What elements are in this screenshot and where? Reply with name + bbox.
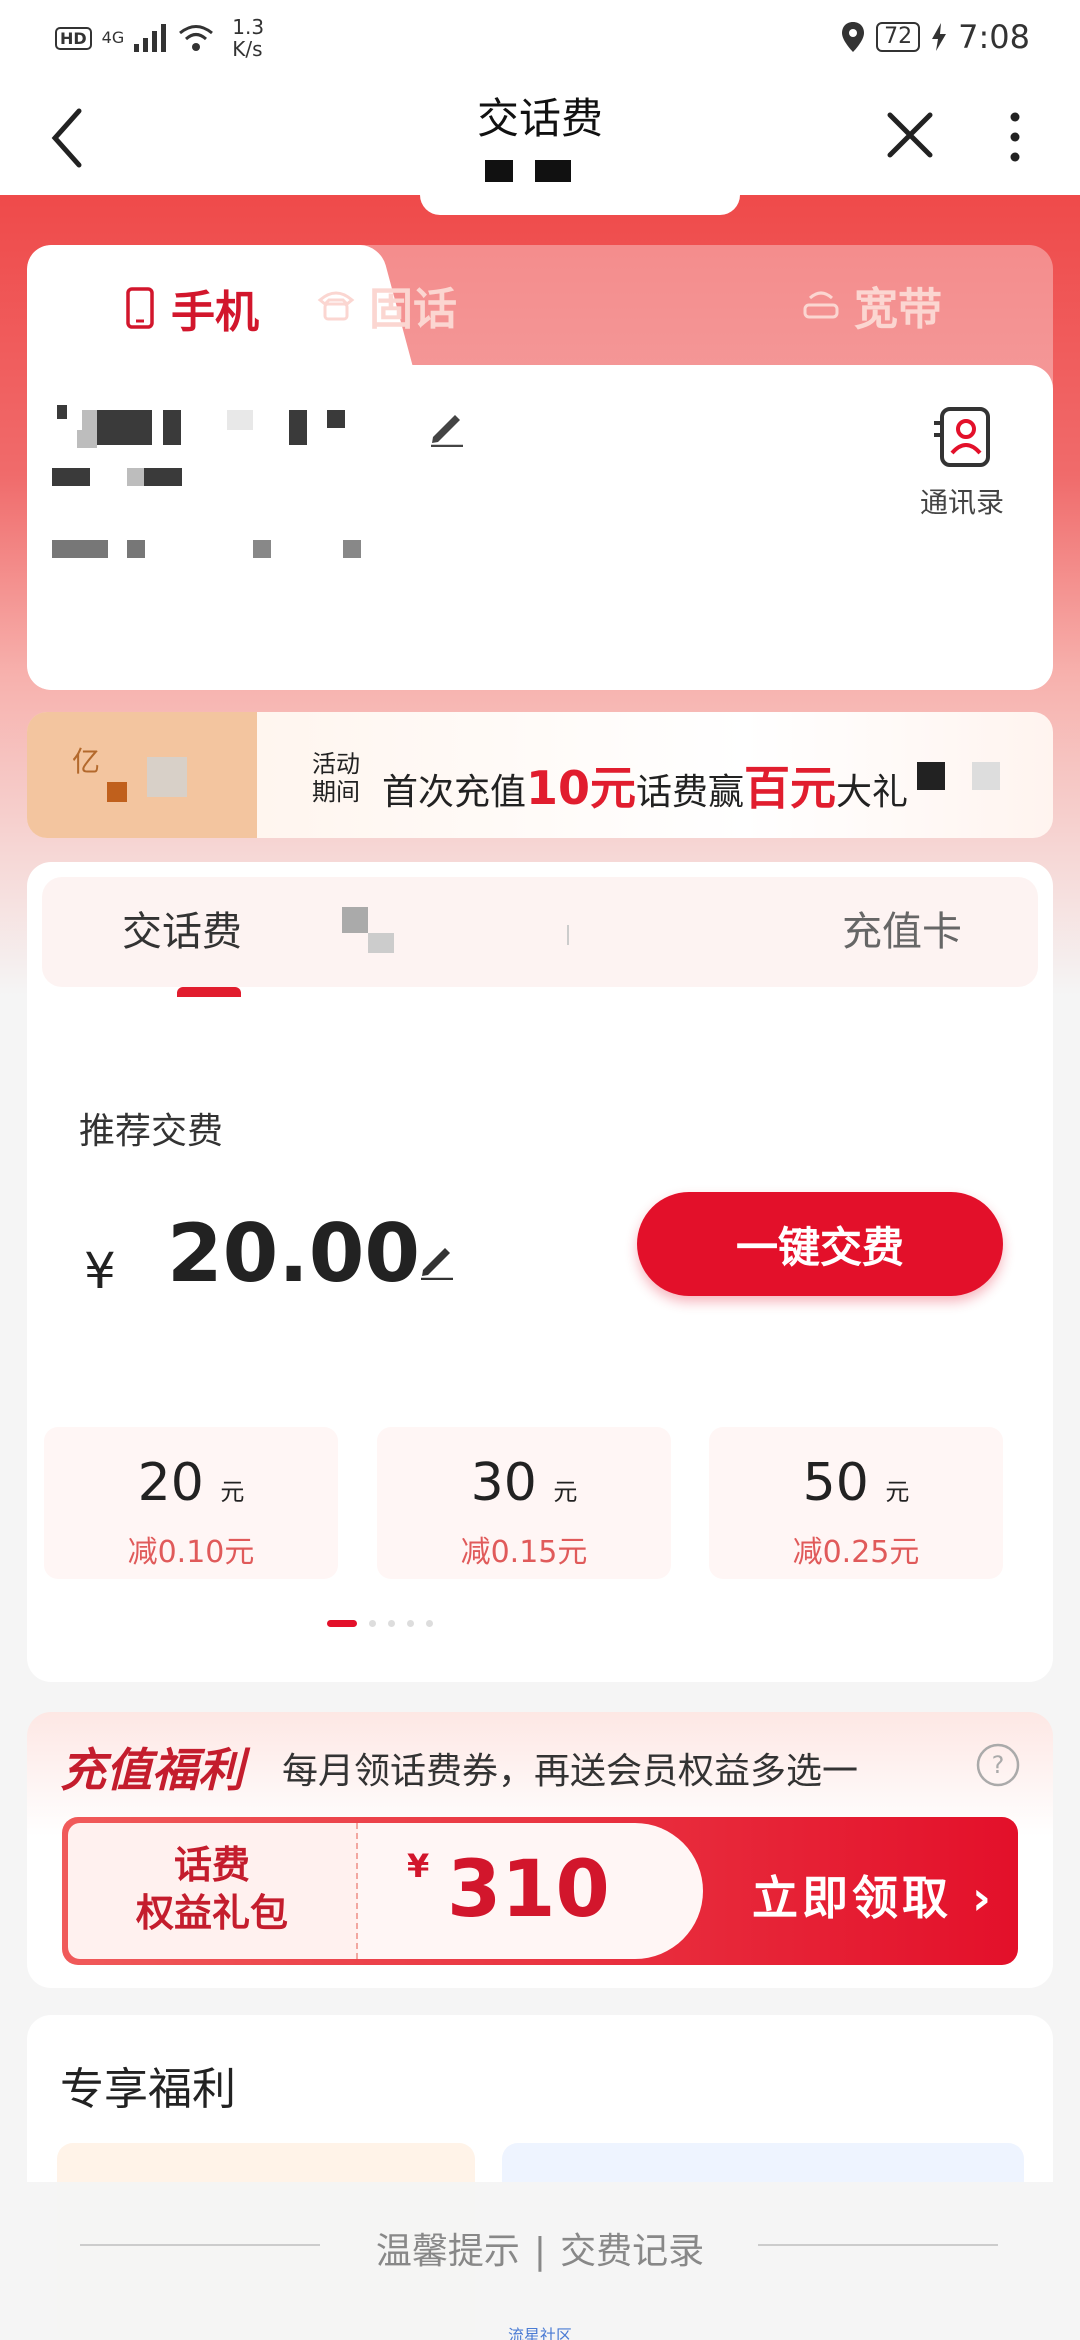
claim-now-button[interactable]: 立即领取 › (752, 1862, 995, 1928)
promo-text-b: 话费赢 (636, 772, 745, 813)
help-icon[interactable]: ? (975, 1742, 1021, 1788)
promo-badge-text: 亿 (72, 745, 101, 778)
service-tabs: 手机 固话 宽带 (27, 245, 1053, 370)
promo-text: 首次充值10元话费赢百元大礼 (382, 752, 908, 818)
router-icon (803, 291, 839, 319)
tab-mobile[interactable]: 手机 (27, 245, 357, 370)
tab-divider (567, 877, 569, 987)
coupon-currency: ¥ (407, 1847, 430, 1885)
one-click-pay-button[interactable]: 一键交费 (637, 1192, 1003, 1296)
recharge-benefit-card: 充值福利 每月领话费券，再送会员权益多选一 ? 话费 权益礼包 ¥ 310 立即… (27, 1712, 1053, 1988)
option-discount: 减0.15元 (460, 1535, 588, 1570)
divider-line (80, 2244, 320, 2246)
promo-badge: 亿 (27, 712, 257, 838)
mobile-phone-icon (126, 286, 154, 329)
hd-badge: HD (55, 26, 92, 50)
link-separator: | (533, 2231, 547, 2272)
promo-banner[interactable]: 亿 活动期间 首次充值10元话费赢百元大礼 (27, 712, 1053, 838)
page-dot (407, 1620, 414, 1627)
page-indicator (327, 1620, 433, 1627)
exclusive-title: 专享福利 (60, 2064, 236, 2115)
option-value: 20 (137, 1453, 204, 1513)
page-subtitle-redacted (485, 160, 571, 182)
more-vertical-icon[interactable] (1000, 107, 1030, 167)
tab-mobile-label: 手机 (171, 286, 259, 338)
clock: 7:08 (958, 18, 1030, 56)
phone-number-panel: 通讯录 (27, 365, 1053, 690)
header-notch (420, 195, 740, 215)
amount-option-20[interactable]: 20 元 减0.10元 (44, 1427, 338, 1579)
net-speed-value: 1.3 (232, 15, 265, 39)
tab-landline[interactable]: 固话 (317, 245, 457, 365)
divider-line (758, 2244, 998, 2246)
benefit-description: 每月领话费券，再送会员权益多选一 (282, 1751, 859, 1792)
svg-text:?: ? (992, 1751, 1005, 1779)
benefit-coupon[interactable]: 话费 权益礼包 ¥ 310 立即领取 › (62, 1817, 1018, 1965)
page-dot (426, 1620, 433, 1627)
amount-option-50[interactable]: 50 元 减0.25元 (709, 1427, 1003, 1579)
net-speed-unit: K/s (232, 37, 263, 61)
option-unit: 元 (885, 1478, 910, 1506)
benefit-title: 充值福利 (60, 1743, 244, 1797)
tab-middle-redacted[interactable] (342, 877, 492, 987)
option-unit: 元 (220, 1478, 245, 1506)
signal-icon (134, 24, 167, 52)
tab-pay-bill[interactable]: 交话费 (122, 877, 242, 987)
page-dot (369, 1620, 376, 1627)
bottom-links: 温馨提示 | 交费记录 (0, 2222, 1080, 2274)
watermark: 流星社区 (508, 2326, 573, 2340)
coupon-name-line1: 话费 (173, 1843, 250, 1887)
option-discount: 减0.10元 (127, 1535, 255, 1570)
page-dot (388, 1620, 395, 1627)
wifi-icon (179, 25, 214, 51)
landline-phone-icon (317, 291, 355, 321)
tab-broadband-label: 宽带 (854, 284, 942, 335)
charging-icon (932, 23, 947, 51)
account-card: 手机 固话 宽带 通讯录 (27, 245, 1053, 690)
promo-period: 活动期间 (312, 750, 360, 806)
contacts-button[interactable]: 通讯录 (897, 405, 1027, 521)
location-icon (842, 22, 865, 52)
currency-symbol: ¥ (84, 1242, 116, 1300)
edit-amount-icon[interactable] (417, 1240, 457, 1280)
recharge-type-tabs: 交话费 充值卡 (42, 877, 1038, 987)
active-tab-indicator (177, 987, 241, 997)
amount-option-30[interactable]: 30 元 减0.15元 (377, 1427, 671, 1579)
promo-highlight-b: 百元 (744, 761, 837, 815)
contacts-icon (934, 407, 990, 467)
option-unit: 元 (553, 1478, 578, 1506)
battery-level: 72 (876, 22, 921, 52)
close-icon[interactable] (880, 105, 940, 165)
records-link[interactable]: 交费记录 (560, 2231, 704, 2272)
recharge-card: 交话费 充值卡 推荐交费 ¥ 20.00 一键交费 20 元 减0.10元 30… (27, 862, 1053, 1682)
contacts-label: 通讯录 (919, 486, 1004, 519)
coupon-name-line2: 权益礼包 (135, 1891, 288, 1935)
page-dot (327, 1620, 357, 1627)
edit-number-icon[interactable] (427, 407, 467, 447)
tab-recharge-card[interactable]: 充值卡 (842, 877, 962, 987)
status-bar: HD 4G 1.3 K/s 72 7:08 (0, 0, 1080, 75)
coupon-amount: 310 (447, 1845, 610, 1935)
option-value: 30 (470, 1453, 537, 1513)
tab-broadband[interactable]: 宽带 (802, 245, 942, 365)
recommended-title: 推荐交费 (79, 1111, 224, 1152)
option-value: 50 (802, 1453, 869, 1513)
promo-text-c: 大礼 (836, 772, 909, 813)
amount-value: 20.00 (167, 1207, 421, 1300)
promo-text-a: 首次充值 (382, 772, 527, 813)
coupon-name: 话费 权益礼包 (68, 1823, 358, 1959)
network-type: 4G (101, 28, 125, 47)
nav-bar: 交话费 (0, 75, 1080, 195)
tab-landline-label: 固话 (369, 284, 457, 335)
option-discount: 减0.25元 (792, 1535, 920, 1570)
tips-link[interactable]: 温馨提示 (376, 2231, 520, 2272)
promo-highlight-a: 10元 (526, 761, 637, 815)
bottom-bar: 温馨提示 | 交费记录 流星社区 (0, 2182, 1080, 2340)
